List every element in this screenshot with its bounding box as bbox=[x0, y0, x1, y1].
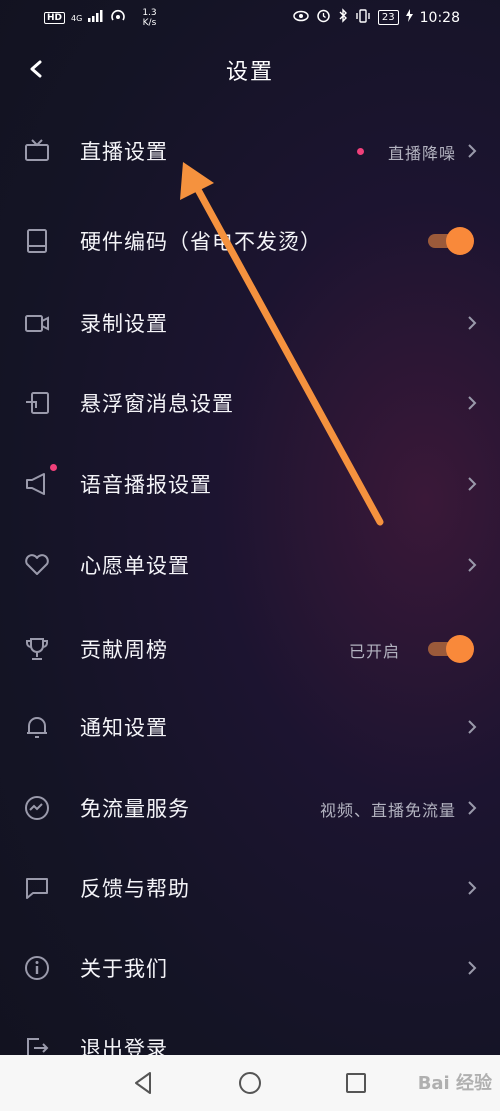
chevron-right-icon bbox=[466, 879, 478, 897]
circle-home-icon bbox=[239, 1072, 261, 1094]
settings-row-live[interactable]: 直播设置 直播降噪 bbox=[0, 120, 500, 180]
nav-home-button[interactable] bbox=[236, 1069, 264, 1097]
settings-row-label: 录制设置 bbox=[80, 312, 168, 336]
floating-window-icon bbox=[24, 390, 50, 416]
hd-indicator: HD bbox=[44, 12, 66, 24]
header: 设置 bbox=[0, 44, 500, 96]
data-flow-icon bbox=[24, 795, 50, 821]
new-badge-dot bbox=[357, 148, 364, 155]
settings-row-notifications[interactable]: 通知设置 bbox=[0, 696, 500, 756]
new-badge-dot bbox=[50, 464, 57, 471]
speaker-icon bbox=[24, 471, 50, 497]
network-speed: 1.3 K/s bbox=[142, 8, 156, 28]
chevron-right-icon bbox=[466, 556, 478, 574]
settings-row-data-free[interactable]: 免流量服务 视频、直播免流量 bbox=[0, 777, 500, 837]
settings-row-feedback[interactable]: 反馈与帮助 bbox=[0, 857, 500, 917]
vibrate-icon bbox=[355, 8, 371, 27]
settings-row-value: 视频、直播免流量 bbox=[319, 801, 456, 820]
settings-row-recording[interactable]: 录制设置 bbox=[0, 292, 500, 352]
status-bar: HD 4G 1.3 K/s 23 10:28 bbox=[0, 0, 500, 34]
settings-row-label: 硬件编码（省电不发烫） bbox=[80, 230, 322, 254]
square-recents-icon bbox=[346, 1073, 366, 1093]
triangle-back-icon bbox=[135, 1072, 151, 1094]
chat-icon bbox=[24, 875, 50, 901]
settings-row-wishlist[interactable]: 心愿单设置 bbox=[0, 534, 500, 594]
alarm-icon bbox=[316, 8, 331, 27]
clock: 10:28 bbox=[419, 9, 460, 26]
settings-row-about[interactable]: 关于我们 bbox=[0, 937, 500, 997]
battery-indicator: 23 bbox=[377, 10, 399, 25]
video-camera-icon bbox=[24, 310, 50, 336]
settings-row-hardware-encoding: 硬件编码（省电不发烫） bbox=[0, 210, 500, 270]
charging-icon bbox=[405, 9, 413, 26]
settings-row-label: 贡献周榜 bbox=[80, 638, 168, 662]
settings-row-label: 免流量服务 bbox=[80, 797, 190, 821]
chevron-right-icon bbox=[466, 959, 478, 977]
chevron-right-icon bbox=[466, 314, 478, 332]
info-icon bbox=[24, 955, 50, 981]
speed-unit: K/s bbox=[142, 18, 157, 28]
hardware-encoding-toggle[interactable] bbox=[426, 227, 474, 255]
settings-row-label: 语音播报设置 bbox=[80, 473, 212, 497]
toggle-knob bbox=[446, 635, 474, 663]
settings-row-label: 关于我们 bbox=[80, 957, 168, 981]
watermark: Bai 经验 bbox=[417, 1073, 492, 1094]
settings-row-label: 通知设置 bbox=[80, 716, 168, 740]
settings-row-label: 反馈与帮助 bbox=[80, 877, 190, 901]
eye-icon bbox=[293, 10, 309, 26]
network-type: 4G bbox=[71, 13, 83, 23]
heart-icon bbox=[24, 552, 50, 578]
speed-value: 1.3 bbox=[142, 8, 157, 18]
signal-icon bbox=[88, 10, 104, 26]
settings-row-label: 悬浮窗消息设置 bbox=[80, 392, 234, 416]
settings-row-label: 直播设置 bbox=[80, 140, 168, 164]
settings-row-value: 已开启 bbox=[348, 642, 400, 661]
chip-icon bbox=[24, 228, 50, 254]
tv-icon bbox=[24, 138, 50, 164]
chevron-right-icon bbox=[466, 394, 478, 412]
nav-recents-button[interactable] bbox=[342, 1069, 370, 1097]
chevron-right-icon bbox=[466, 718, 478, 736]
chevron-right-icon bbox=[466, 142, 478, 160]
chevron-right-icon bbox=[466, 475, 478, 493]
settings-row-weekly-contribution: 贡献周榜 已开启 bbox=[0, 618, 500, 678]
settings-row-voice-broadcast[interactable]: 语音播报设置 bbox=[0, 453, 500, 513]
settings-row-value: 直播降噪 bbox=[387, 144, 456, 163]
page-title: 设置 bbox=[225, 60, 274, 85]
bluetooth-icon bbox=[338, 8, 348, 27]
weekly-contribution-toggle[interactable] bbox=[426, 635, 474, 663]
bell-icon bbox=[24, 714, 50, 740]
chevron-right-icon bbox=[466, 799, 478, 817]
toggle-knob bbox=[446, 227, 474, 255]
system-navigation-bar: Bai 经验 bbox=[0, 1055, 500, 1111]
hotspot-icon bbox=[110, 9, 126, 27]
trophy-icon bbox=[24, 636, 50, 662]
nav-back-button[interactable] bbox=[130, 1069, 158, 1097]
settings-row-label: 心愿单设置 bbox=[80, 554, 190, 578]
settings-row-floating-window[interactable]: 悬浮窗消息设置 bbox=[0, 372, 500, 432]
